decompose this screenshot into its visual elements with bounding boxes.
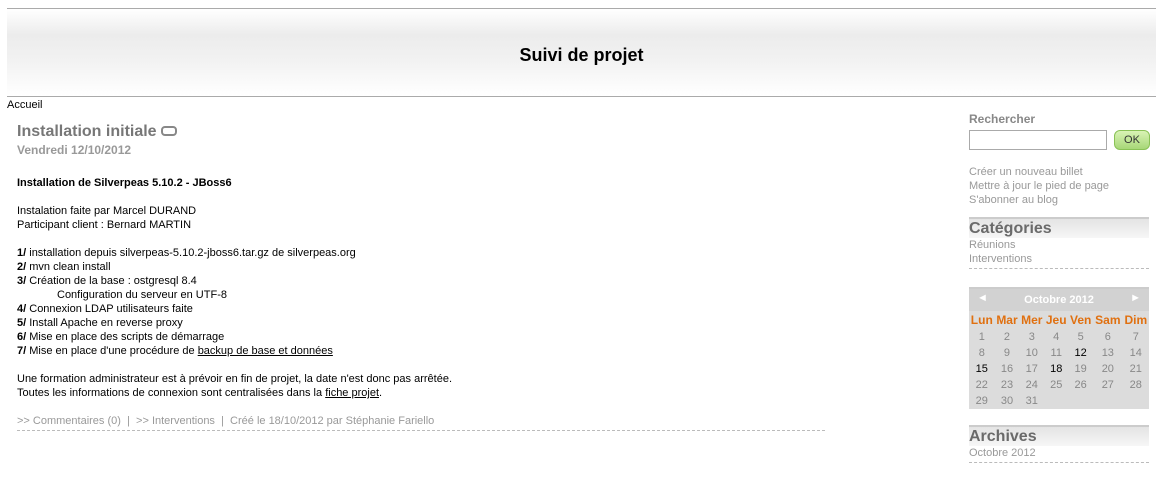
calendar-day: 5 bbox=[1077, 331, 1084, 343]
calendar-grid: Lun Mar Mer Jeu Ven Sam Dim 1 2 3 4 5 6 7 8 9 10 11 12 13 1… bbox=[969, 311, 1149, 409]
calendar-day: 8 bbox=[978, 347, 985, 359]
permalink-icon[interactable] bbox=[160, 125, 177, 136]
calendar-week: 15 16 17 18 19 20 21 bbox=[969, 361, 1149, 377]
calendar-day: 26 bbox=[1074, 379, 1087, 391]
search-ok-button[interactable]: OK bbox=[1114, 130, 1150, 150]
calendar-day: 21 bbox=[1129, 363, 1142, 375]
calendar-day[interactable]: 15 bbox=[969, 361, 995, 377]
archives-title: Archives bbox=[969, 425, 1149, 446]
calendar-day: 30 bbox=[1000, 395, 1014, 407]
calendar-day: 14 bbox=[1129, 347, 1142, 359]
step-item: 1/ installation depuis silverpeas-5.10.2… bbox=[17, 247, 356, 259]
calendar-day bbox=[1068, 393, 1093, 409]
calendar-day: 22 bbox=[975, 379, 988, 391]
breadcrumb: Accueil bbox=[7, 99, 42, 111]
calendar-day: 11 bbox=[1050, 347, 1062, 359]
post-date: Vendredi 12/10/2012 bbox=[17, 143, 132, 157]
calendar-header: ◄ Octobre 2012 ► bbox=[969, 289, 1149, 311]
calendar-week: 8 9 10 11 12 13 14 bbox=[969, 345, 1149, 361]
calendar-day[interactable]: 12 bbox=[1068, 345, 1093, 361]
calendar-day bbox=[1123, 393, 1149, 409]
calendar-day-header: Mar bbox=[996, 313, 1018, 327]
calendar-day-header: Ven bbox=[1069, 313, 1092, 327]
calendar-day: 16 bbox=[1000, 363, 1014, 375]
category-item-reunions[interactable]: Réunions bbox=[969, 238, 1149, 252]
install-steps: 1/ installation depuis silverpeas-5.10.2… bbox=[17, 246, 825, 358]
admin-links: Créer un nouveau billet Mettre à jour le… bbox=[969, 165, 1149, 207]
search-input[interactable] bbox=[969, 130, 1107, 150]
categories-list: Réunions Interventions bbox=[969, 238, 1149, 269]
search-row: OK bbox=[969, 127, 1150, 153]
created-info: Créé le 18/10/2012 par Stéphanie Fariell… bbox=[230, 415, 435, 427]
calendar-day: 31 bbox=[1025, 395, 1038, 407]
header-banner: Suivi de projet bbox=[7, 8, 1156, 97]
calendar: ◄ Octobre 2012 ► Lun Mar Mer Jeu Ven Sam Dim 1… bbox=[969, 287, 1149, 409]
step-item: 3/ Création de la base : ostgresql 8.4 bbox=[17, 275, 197, 287]
update-footer-link[interactable]: Mettre à jour le pied de page bbox=[969, 179, 1149, 193]
calendar-week: 1 2 3 4 5 6 7 bbox=[969, 329, 1149, 345]
sidebar: Rechercher OK Créer un nouveau billet Me… bbox=[969, 112, 1150, 463]
post-closing: Une formation administrateur est à prévo… bbox=[17, 372, 825, 400]
archives-list: Octobre 2012 bbox=[969, 446, 1149, 463]
calendar-day bbox=[1093, 393, 1122, 409]
next-month-icon[interactable]: ► bbox=[1130, 292, 1141, 304]
category-link[interactable]: >> Interventions bbox=[136, 415, 215, 427]
calendar-day: 3 bbox=[1028, 331, 1035, 343]
comments-link[interactable]: >> Commentaires (0) bbox=[17, 415, 121, 427]
blog-post: Installation initiale Vendredi 12/10/201… bbox=[17, 122, 825, 431]
post-meta: >> Commentaires (0) | >> Interventions |… bbox=[17, 414, 825, 431]
calendar-day: 24 bbox=[1025, 379, 1038, 391]
calendar-day: 17 bbox=[1025, 363, 1038, 375]
step-item: 2/ mvn clean install bbox=[17, 261, 111, 273]
calendar-day: 9 bbox=[1003, 347, 1011, 359]
calendar-day: 28 bbox=[1129, 379, 1142, 391]
calendar-day: 1 bbox=[978, 331, 985, 343]
calendar-day-header: Mer bbox=[1021, 313, 1043, 327]
calendar-day: 27 bbox=[1101, 379, 1114, 391]
project-sheet-link[interactable]: fiche projet bbox=[325, 387, 379, 399]
calendar-day: 6 bbox=[1104, 331, 1111, 343]
calendar-day: 7 bbox=[1132, 331, 1139, 343]
step-item: 4/ Connexion LDAP utilisateurs faite bbox=[17, 303, 193, 315]
closing-line: Toutes les informations de connexion son… bbox=[17, 387, 383, 399]
post-title[interactable]: Installation initiale bbox=[17, 123, 157, 140]
calendar-day-header: Sam bbox=[1095, 313, 1121, 327]
calendar-day: 19 bbox=[1074, 363, 1087, 375]
site-title: Suivi de projet bbox=[519, 45, 644, 65]
calendar-day: 23 bbox=[1000, 379, 1014, 391]
archive-item[interactable]: Octobre 2012 bbox=[969, 446, 1149, 460]
category-item-interventions[interactable]: Interventions bbox=[969, 252, 1149, 266]
calendar-day-header: Jeu bbox=[1045, 313, 1067, 327]
search-label: Rechercher bbox=[969, 112, 1036, 126]
closing-line: Une formation administrateur est à prévo… bbox=[17, 373, 453, 385]
post-heading: Installation de Silverpeas 5.10.2 - JBos… bbox=[17, 177, 232, 189]
post-intro: Instalation faite par Marcel DURAND Part… bbox=[17, 204, 825, 232]
intro-line: Participant client : Bernard MARTIN bbox=[17, 219, 192, 231]
intro-line: Instalation faite par Marcel DURAND bbox=[17, 205, 197, 217]
calendar-day: 2 bbox=[1003, 331, 1011, 343]
calendar-day: 20 bbox=[1101, 363, 1114, 375]
calendar-day: 10 bbox=[1025, 347, 1038, 359]
post-title-row: Installation initiale bbox=[17, 122, 825, 142]
calendar-day-header: Lun bbox=[970, 313, 993, 327]
step-item: 6/ Mise en place des scripts de démarrag… bbox=[17, 331, 225, 343]
subscribe-link[interactable]: S'abonner au blog bbox=[969, 193, 1149, 207]
backup-procedure-link[interactable]: backup de base et données bbox=[198, 345, 333, 357]
calendar-day: 4 bbox=[1053, 331, 1060, 343]
step-sub-item: Configuration du serveur en UTF-8 bbox=[57, 289, 227, 301]
calendar-day[interactable]: 18 bbox=[1044, 361, 1068, 377]
breadcrumb-home-link[interactable]: Accueil bbox=[7, 99, 42, 111]
calendar-day-header: Dim bbox=[1124, 313, 1148, 327]
calendar-day: 25 bbox=[1050, 379, 1063, 391]
categories-title: Catégories bbox=[969, 217, 1149, 238]
calendar-day: 13 bbox=[1101, 347, 1114, 359]
calendar-week: 22 23 24 25 26 27 28 bbox=[969, 377, 1149, 393]
calendar-day bbox=[1044, 393, 1068, 409]
step-item: 5/ Install Apache en reverse proxy bbox=[17, 317, 183, 329]
calendar-week: 29 30 31 bbox=[969, 393, 1149, 409]
calendar-day: 29 bbox=[975, 395, 988, 407]
calendar-month: Octobre 2012 bbox=[1024, 294, 1094, 306]
step-item: 7/ Mise en place d'une procédure de back… bbox=[17, 345, 333, 357]
create-post-link[interactable]: Créer un nouveau billet bbox=[969, 165, 1149, 179]
